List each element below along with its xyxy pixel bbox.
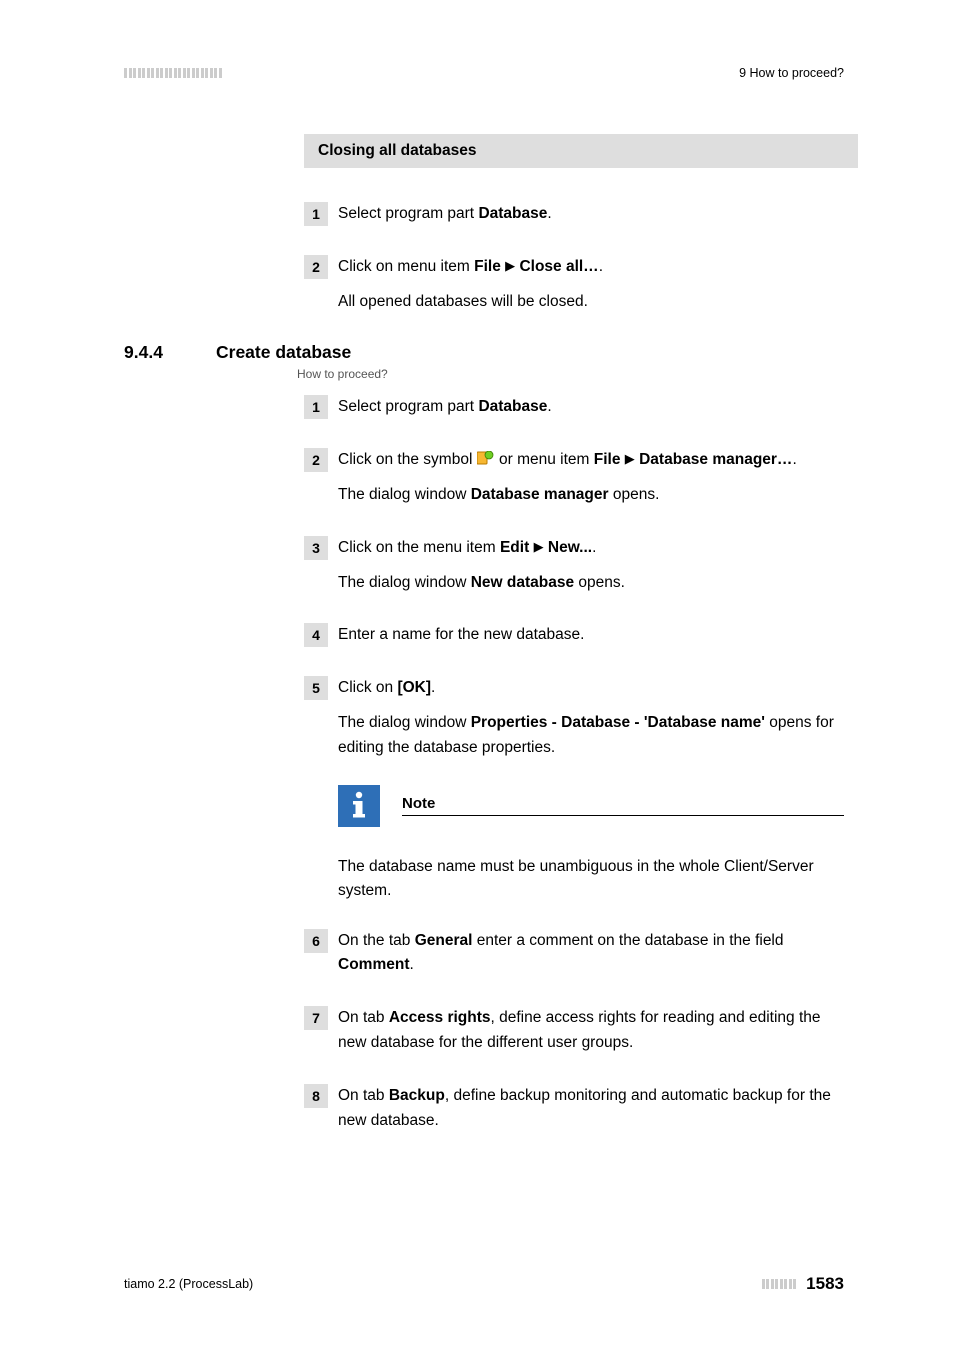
step-number: 1	[304, 395, 328, 419]
step-1-1: 1 Select program part Database.	[304, 202, 844, 227]
step-text: .	[592, 539, 596, 556]
step-text: Click on	[338, 679, 397, 696]
step-2-4: 4 Enter a name for the new database.	[304, 623, 844, 648]
step-bold: Close all…	[519, 258, 598, 275]
arrow-icon: ▶	[505, 258, 515, 273]
step-2-2: 2 Click on the symbol or menu item File …	[304, 448, 844, 508]
step-2-6: 6 On the tab General enter a comment on …	[304, 929, 844, 979]
arrow-icon: ▶	[625, 451, 635, 466]
step-result-text: opens.	[609, 486, 660, 503]
step-text: On tab	[338, 1009, 389, 1026]
step-body: Click on [OK]. The dialog window Propert…	[338, 676, 844, 760]
step-text: Select program part	[338, 398, 478, 415]
step-1-2: 2 Click on menu item File ▶ Close all…. …	[304, 255, 844, 315]
note-body: The database name must be unambiguous in…	[338, 855, 844, 903]
note-box: Note The database name must be unambiguo…	[338, 785, 844, 903]
arrow-icon: ▶	[534, 539, 544, 554]
step-text: enter a comment on the database in the f…	[472, 932, 783, 949]
step-body: On the tab General enter a comment on th…	[338, 929, 844, 979]
step-number: 5	[304, 676, 328, 700]
step-number: 8	[304, 1084, 328, 1108]
step-body: Click on the menu item Edit ▶ New.... Th…	[338, 536, 625, 596]
howto-label: How to proceed?	[297, 367, 844, 381]
step-number: 4	[304, 623, 328, 647]
page-number: 1583	[806, 1274, 844, 1294]
step-2-1: 1 Select program part Database.	[304, 395, 844, 420]
note-header: Note	[338, 785, 844, 827]
step-bold: Database	[478, 398, 547, 415]
step-bold: File	[594, 451, 621, 468]
step-bold: Database	[478, 205, 547, 222]
step-bold: Database manager…	[639, 451, 792, 468]
step-number: 7	[304, 1006, 328, 1030]
step-bold: [OK]	[397, 679, 431, 696]
section-number: 9.4.4	[124, 342, 216, 363]
step-result-text: The dialog window	[338, 486, 471, 503]
step-body: Enter a name for the new database.	[338, 623, 584, 648]
step-bold: General	[415, 932, 473, 949]
step-bold: Edit	[500, 539, 529, 556]
header-decoration	[124, 68, 222, 78]
step-body: Select program part Database.	[338, 395, 552, 420]
step-2-5: 5 Click on [OK]. The dialog window Prope…	[304, 676, 844, 760]
step-bold: File	[474, 258, 501, 275]
step-number: 2	[304, 255, 328, 279]
step-2-3: 3 Click on the menu item Edit ▶ New.... …	[304, 536, 844, 596]
step-result-bold: Properties - Database - 'Database name'	[471, 714, 765, 731]
step-text: On tab	[338, 1087, 389, 1104]
step-bold: New...	[548, 539, 592, 556]
step-body: On tab Backup, define backup monitoring …	[338, 1084, 844, 1134]
footer-product: tiamo 2.2 (ProcessLab)	[124, 1277, 253, 1291]
section-title: Create database	[216, 342, 351, 363]
step-number: 3	[304, 536, 328, 560]
step-body: Click on menu item File ▶ Close all…. Al…	[338, 255, 603, 315]
step-text: Select program part	[338, 205, 478, 222]
step-bold: Backup	[389, 1087, 445, 1104]
step-result-bold: Database manager	[471, 486, 609, 503]
step-result-text: opens.	[574, 574, 625, 591]
step-number: 1	[304, 202, 328, 226]
page-footer: tiamo 2.2 (ProcessLab) 1583	[124, 1274, 844, 1294]
step-text: .	[409, 956, 413, 973]
note-title: Note	[402, 795, 844, 816]
info-icon	[338, 785, 380, 827]
step-body: On tab Access rights, define access righ…	[338, 1006, 844, 1056]
page: 9 How to proceed? Closing all databases …	[0, 0, 954, 1350]
page-header: 9 How to proceed?	[124, 66, 844, 80]
step-text: or menu item	[495, 451, 594, 468]
section-heading-closing: Closing all databases	[304, 134, 858, 168]
footer-right: 1583	[762, 1274, 844, 1294]
step-text: .	[547, 205, 551, 222]
step-text: .	[599, 258, 603, 275]
step-body: Select program part Database.	[338, 202, 552, 227]
chapter-title: 9 How to proceed?	[739, 66, 844, 80]
step-result-bold: New database	[471, 574, 574, 591]
step-body: Click on the symbol or menu item File ▶ …	[338, 448, 797, 508]
step-result: All opened databases will be closed.	[338, 290, 603, 315]
step-text: Click on menu item	[338, 258, 474, 275]
step-2-8: 8 On tab Backup, define backup monitorin…	[304, 1084, 844, 1134]
footer-decoration	[762, 1279, 797, 1289]
step-text: Click on the symbol	[338, 451, 477, 468]
step-text: .	[431, 679, 435, 696]
step-result-text: The dialog window	[338, 714, 471, 731]
step-text: Enter a name for the new database.	[338, 623, 584, 648]
step-number: 6	[304, 929, 328, 953]
step-bold: Comment	[338, 956, 409, 973]
database-manager-icon	[477, 451, 495, 465]
step-text: .	[792, 451, 796, 468]
step-text: On the tab	[338, 932, 415, 949]
step-bold: Access rights	[389, 1009, 491, 1026]
step-2-7: 7 On tab Access rights, define access ri…	[304, 1006, 844, 1056]
step-number: 2	[304, 448, 328, 472]
section-heading-create: 9.4.4 Create database	[124, 342, 844, 363]
step-text: Click on the menu item	[338, 539, 500, 556]
step-result-text: The dialog window	[338, 574, 471, 591]
step-text: .	[547, 398, 551, 415]
